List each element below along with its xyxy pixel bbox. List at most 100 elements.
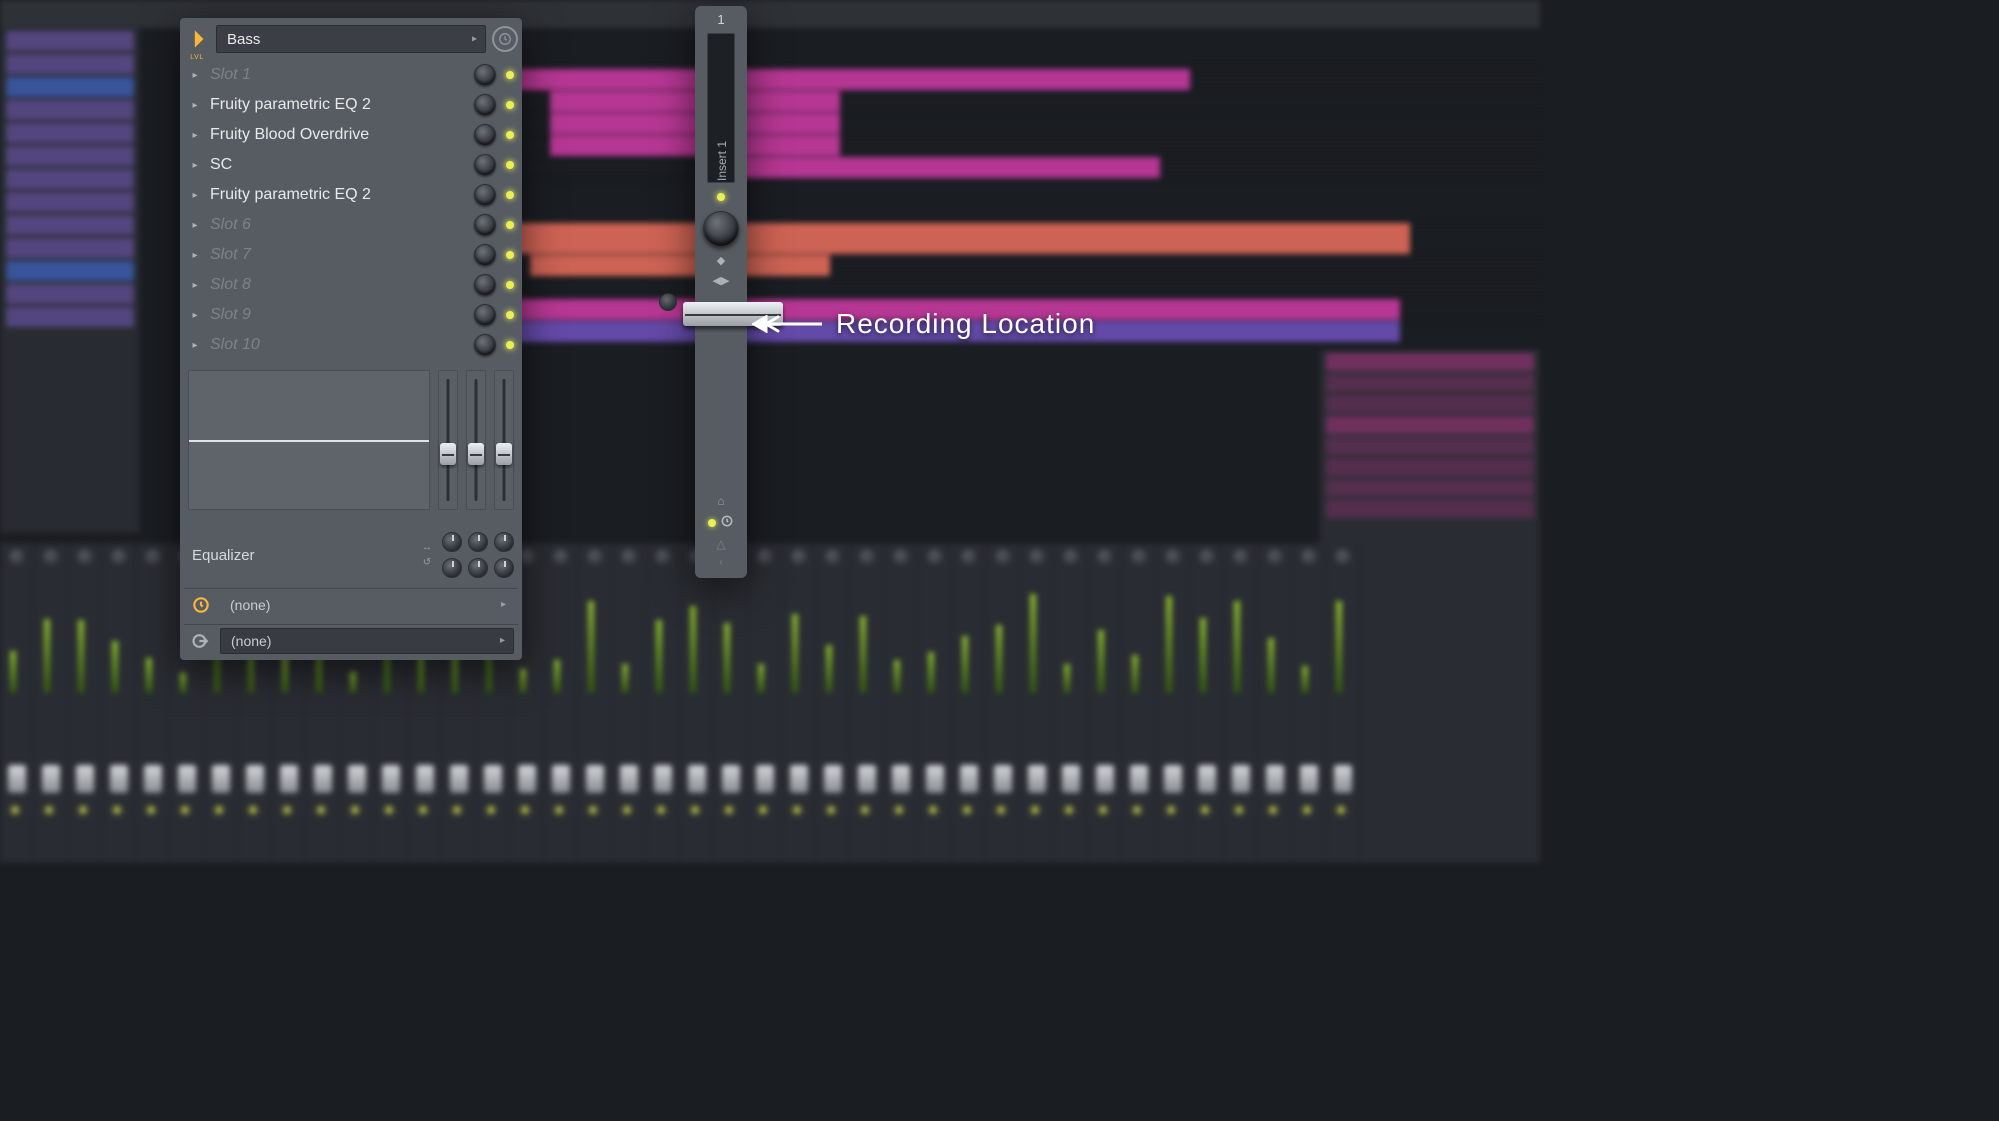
fx-slot-label: Fruity parametric EQ 2 <box>210 96 464 114</box>
fx-slot-1[interactable]: ▸ Slot 1 <box>184 60 518 90</box>
fx-slot-6[interactable]: ▸ Slot 6 <box>184 210 518 240</box>
fx-enable-led[interactable] <box>506 131 514 139</box>
chevron-right-icon: ▸ <box>190 160 200 171</box>
chevron-left-icon[interactable]: ‹ <box>719 557 722 568</box>
chevron-right-icon: ▸ <box>190 280 200 291</box>
fx-enable-icon[interactable]: ⌂ <box>717 494 724 508</box>
eq-band-faders <box>438 370 514 518</box>
fx-enable-led[interactable] <box>506 101 514 109</box>
fx-slot-label: Slot 8 <box>210 276 464 294</box>
eq-fader-high[interactable] <box>494 370 514 510</box>
fx-slot-7[interactable]: ▸ Slot 7 <box>184 240 518 270</box>
track-number: 1 <box>717 12 724 27</box>
fx-slot-8[interactable]: ▸ Slot 8 <box>184 270 518 300</box>
pan-knob[interactable] <box>703 211 739 247</box>
level-text: LVL <box>184 54 210 61</box>
fx-slot-10[interactable]: ▸ Slot 10 <box>184 330 518 360</box>
fx-mix-knob[interactable] <box>474 64 496 86</box>
eq-knob-3[interactable] <box>494 532 514 552</box>
fx-mix-knob[interactable] <box>474 94 496 116</box>
chevron-right-icon: ▸ <box>190 130 200 141</box>
chevron-right-icon: ▸ <box>472 34 477 45</box>
fx-mix-knob[interactable] <box>474 244 496 266</box>
level-icon[interactable]: LVL <box>184 26 210 52</box>
audio-output-value: (none) <box>231 633 271 649</box>
fx-slot-5[interactable]: ▸ Fruity parametric EQ 2 <box>184 180 518 210</box>
fx-mix-knob[interactable] <box>474 154 496 176</box>
eq-graph[interactable] <box>188 370 430 510</box>
chevron-right-icon: ▸ <box>190 220 200 231</box>
fx-slot-9[interactable]: ▸ Slot 9 <box>184 300 518 330</box>
fx-mix-knob[interactable] <box>474 274 496 296</box>
latency-clock-icon[interactable] <box>492 26 518 52</box>
audio-output-row: (none) ▸ <box>184 624 518 656</box>
peak-meter: Insert 1 <box>707 33 735 183</box>
chevron-right-icon: ▸ <box>190 100 200 111</box>
eq-knob-2[interactable] <box>468 532 488 552</box>
chevron-right-icon: ▸ <box>190 70 200 81</box>
stereo-sep-icon[interactable]: ◆ <box>717 253 725 267</box>
chevron-right-icon: ▸ <box>501 599 506 610</box>
mixer-track-name[interactable]: Bass ▸ <box>216 25 486 53</box>
fx-slot-label: Slot 7 <box>210 246 464 264</box>
eq-knob-1[interactable] <box>442 532 462 552</box>
fx-enable-led[interactable] <box>506 191 514 199</box>
fx-slot-label: Slot 6 <box>210 216 464 234</box>
send-knob[interactable] <box>659 293 677 311</box>
chevron-right-icon: ▸ <box>190 310 200 321</box>
audio-input-row: (none) ▸ <box>184 588 518 620</box>
eq-knob-4[interactable] <box>442 558 462 578</box>
clock-icon[interactable] <box>720 514 734 531</box>
fx-mix-knob[interactable] <box>474 184 496 206</box>
insert-label: Insert 1 <box>715 121 729 201</box>
mixer-insert-strip: 1 Insert 1 ◆ ◀▶ ⌂ △ ‹ <box>695 6 747 578</box>
fx-mix-knob[interactable] <box>474 124 496 146</box>
reset-width-icon[interactable]: ↔ <box>422 542 432 553</box>
output-arrow-icon[interactable] <box>190 630 212 652</box>
dock-icon[interactable]: △ <box>716 537 725 551</box>
fx-enable-led[interactable] <box>506 71 514 79</box>
fx-slot-label: Slot 1 <box>210 66 464 84</box>
chevron-right-icon: ▸ <box>190 250 200 261</box>
reset-icon[interactable]: ↺ <box>423 557 431 568</box>
fx-enable-led[interactable] <box>506 251 514 259</box>
fx-slot-4[interactable]: ▸ SC <box>184 150 518 180</box>
clock-input-icon[interactable] <box>190 594 212 616</box>
fx-slot-label: Fruity Blood Overdrive <box>210 126 464 144</box>
eq-knob-5[interactable] <box>468 558 488 578</box>
fx-mix-knob[interactable] <box>474 304 496 326</box>
annotation: Recording Location <box>752 308 1095 340</box>
arrow-left-icon <box>752 315 822 333</box>
audio-input-value: (none) <box>230 597 270 613</box>
fx-mix-knob[interactable] <box>474 334 496 356</box>
fx-enable-led[interactable] <box>506 161 514 169</box>
fx-mix-knob[interactable] <box>474 214 496 236</box>
eq-knob-6[interactable] <box>494 558 514 578</box>
fx-slot-label: SC <box>210 156 464 174</box>
chevron-right-icon: ▸ <box>190 190 200 201</box>
fx-enable-led[interactable] <box>506 221 514 229</box>
chevron-right-icon: ▸ <box>500 635 505 646</box>
record-arm-led[interactable] <box>708 519 716 527</box>
fx-slot-panel: LVL Bass ▸ ▸ Slot 1 ▸ Fruity parametric EQ … <box>180 18 522 660</box>
eq-fader-mid[interactable] <box>466 370 486 510</box>
chevron-right-icon: ▸ <box>190 340 200 351</box>
eq-fader-low[interactable] <box>438 370 458 510</box>
audio-input-select[interactable]: (none) ▸ <box>220 592 514 618</box>
polarity-icon[interactable]: ◀▶ <box>713 273 730 287</box>
fx-slot-3[interactable]: ▸ Fruity Blood Overdrive <box>184 120 518 150</box>
fx-slot-label: Slot 10 <box>210 336 464 354</box>
annotation-text: Recording Location <box>836 308 1095 340</box>
fx-enable-led[interactable] <box>506 311 514 319</box>
fx-slot-2[interactable]: ▸ Fruity parametric EQ 2 <box>184 90 518 120</box>
fx-slot-label: Fruity parametric EQ 2 <box>210 186 464 204</box>
equalizer-row: Equalizer ↔ ↺ <box>184 526 518 584</box>
fx-enable-led[interactable] <box>506 281 514 289</box>
eq-area <box>184 370 518 518</box>
fx-panel-header: LVL Bass ▸ <box>184 22 518 56</box>
track-name-text: Bass <box>227 31 260 48</box>
fx-enable-led[interactable] <box>506 341 514 349</box>
fx-slot-label: Slot 9 <box>210 306 464 324</box>
audio-output-select[interactable]: (none) ▸ <box>220 628 514 654</box>
equalizer-label: Equalizer <box>192 547 255 564</box>
